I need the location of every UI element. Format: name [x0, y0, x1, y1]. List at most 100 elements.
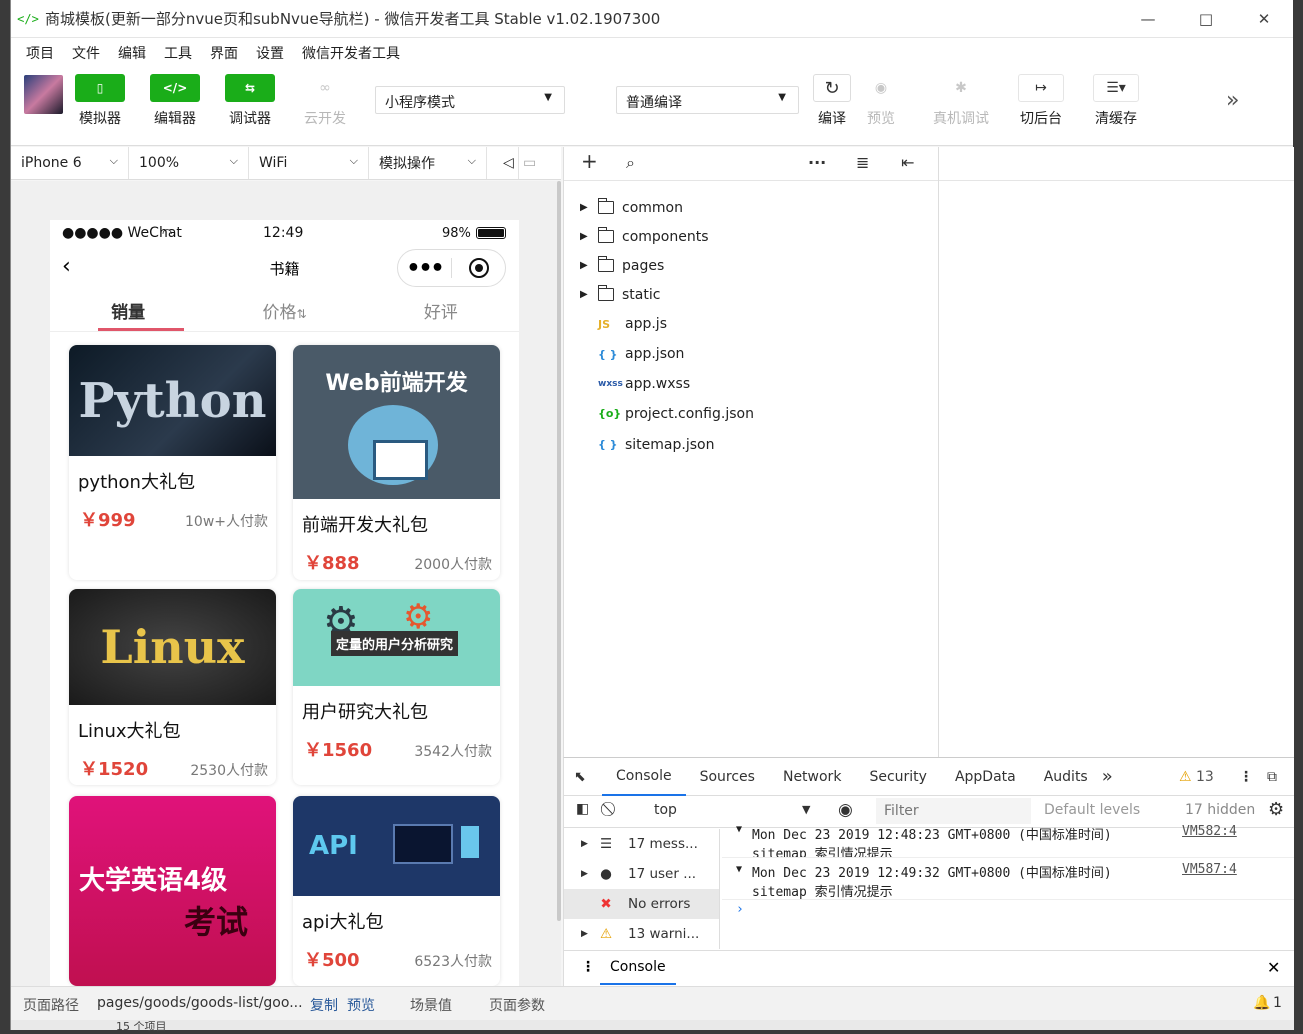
tab-price[interactable]: 价格⇅	[206, 290, 362, 331]
tab-security[interactable]: Security	[855, 758, 941, 796]
scene-button[interactable]: 场景值	[410, 995, 452, 1015]
page-params-button[interactable]: 页面参数	[489, 995, 545, 1015]
caret-down-icon: ▼	[802, 803, 811, 816]
sort-icon: ⇅	[296, 307, 307, 321]
simulator-scrollbar[interactable]	[557, 181, 561, 921]
preview-link[interactable]: 预览	[347, 995, 375, 1015]
expand-arrow-icon: ▶	[580, 260, 588, 271]
tree-folder-common[interactable]: ▶ common	[564, 193, 938, 222]
drawer-menu-icon[interactable]: ⋮	[581, 959, 595, 975]
sidebar-item-errors[interactable]: ✖ No errors	[564, 889, 719, 919]
sidebar-item-warnings[interactable]: ▶ ⚠ 13 warni...	[564, 919, 719, 949]
wxss-file-icon: wxss	[598, 378, 623, 389]
product-card[interactable]: API api大礼包 ￥500 6523人付款	[293, 796, 500, 986]
menu-edit[interactable]: 编辑	[109, 43, 155, 63]
simulate-ops-select[interactable]: 模拟操作 ⌵	[369, 147, 487, 179]
menu-project[interactable]: 项目	[17, 43, 63, 63]
simulator-pane: ●●●●● WeChat ◠ 12:49 98% ‹ 书籍 ••• 销量 价格⇅…	[11, 181, 561, 986]
tab-network[interactable]: Network	[769, 758, 855, 796]
overflow-chevron-icon[interactable]: »	[1226, 88, 1239, 113]
battery-icon	[476, 227, 506, 239]
product-card[interactable]: Linux Linux大礼包 ￥1520 2530人付款	[69, 589, 276, 785]
compile-mode-select[interactable]: 普通编译 ▼	[616, 86, 799, 114]
zoom-select[interactable]: 100% ⌵	[129, 147, 249, 179]
console-filter-input[interactable]	[876, 798, 1031, 824]
log-source-link[interactable]: VM587:4	[1182, 862, 1237, 877]
tab-audits[interactable]: Audits	[1030, 758, 1102, 796]
maximize-button[interactable]: □	[1177, 0, 1235, 38]
cloud-dev-button[interactable]: ∞ 云开发	[295, 74, 355, 128]
tree-file-sitemap-json[interactable]: { } sitemap.json	[564, 429, 938, 460]
tree-file-app-wxss[interactable]: wxss app.wxss	[564, 369, 938, 398]
chevron-down-icon: ⌵	[467, 154, 476, 167]
tree-folder-static[interactable]: ▶ static	[564, 280, 938, 309]
tree-file-project-config[interactable]: {o} project.config.json	[564, 398, 938, 429]
mode-select[interactable]: 小程序模式 ▼	[375, 86, 565, 114]
kebab-menu-icon[interactable]: ⋮	[1239, 769, 1253, 785]
menu-settings[interactable]: 设置	[247, 43, 293, 63]
sidebar-item-user[interactable]: ▶ ● 17 user ...	[564, 859, 719, 889]
volume-icon[interactable]: ◁	[487, 147, 519, 179]
tab-sources[interactable]: Sources	[686, 758, 769, 796]
collapse-icon[interactable]: ≣	[856, 153, 869, 172]
more-dots-icon[interactable]: •••	[398, 256, 451, 281]
tree-folder-components[interactable]: ▶ components	[564, 222, 938, 251]
console-prompt[interactable]: ›	[722, 900, 1294, 917]
context-select[interactable]: top	[654, 802, 677, 818]
undock-icon[interactable]: ⧉	[1267, 769, 1277, 785]
eye-icon: ◉	[874, 80, 888, 96]
sidebar-toggle-icon[interactable]: ◧	[576, 801, 589, 817]
product-card[interactable]: Web前端开发 前端开发大礼包 ￥888 2000人付款	[293, 345, 500, 580]
close-drawer-icon[interactable]: ✕	[1267, 958, 1280, 977]
warning-count[interactable]: 13	[1196, 769, 1214, 785]
tree-file-app-json[interactable]: { } app.json	[564, 339, 938, 369]
debug-icon: ⇆	[225, 74, 275, 102]
network-select[interactable]: WiFi ⌵	[249, 147, 369, 179]
drawer-tab-console[interactable]: Console	[600, 951, 676, 985]
bell-icon[interactable]: 🔔	[1253, 995, 1270, 1011]
close-miniprogram-icon[interactable]	[452, 258, 505, 278]
editor-toggle[interactable]: </> 编辑器	[145, 74, 205, 128]
clear-cache-button[interactable]: ☰▾ 清缓存	[1086, 74, 1146, 128]
minimize-button[interactable]: —	[1119, 0, 1177, 38]
copy-link[interactable]: 复制	[310, 995, 338, 1015]
preview-button[interactable]: ◉ 预览	[851, 74, 911, 128]
tab-appdata[interactable]: AppData	[941, 758, 1030, 796]
log-source-link[interactable]: VM582:4	[1182, 824, 1237, 839]
search-icon[interactable]: ⌕	[626, 153, 635, 173]
switch-background-icon: ↦	[1018, 74, 1064, 102]
remote-debug-button[interactable]: ✱ 真机调试	[931, 74, 991, 128]
more-icon[interactable]: ···	[808, 153, 826, 172]
menu-view[interactable]: 界面	[201, 43, 247, 63]
debugger-toggle[interactable]: ⇆ 调试器	[220, 74, 280, 128]
sidebar-item-messages[interactable]: ▶ ☰ 17 mess...	[564, 829, 719, 859]
product-card[interactable]: Python python大礼包 ￥999 10w+人付款	[69, 345, 276, 580]
tree-folder-pages[interactable]: ▶ pages	[564, 251, 938, 280]
product-card[interactable]: ⚙ ⚙ 定量的用户分析研究 用户研究大礼包 ￥1560 3542人付款	[293, 589, 500, 785]
tree-file-app-js[interactable]: JS app.js	[564, 309, 938, 339]
device-select[interactable]: iPhone 6 ⌵	[11, 147, 129, 179]
simulator-toggle[interactable]: ▯ 模拟器	[70, 74, 130, 128]
background-button[interactable]: ↦ 切后台	[1011, 74, 1071, 128]
product-card[interactable]: 大学英语4级 考试	[69, 796, 276, 986]
more-tabs-icon[interactable]: »	[1102, 766, 1113, 787]
user-avatar[interactable]	[24, 75, 63, 114]
close-button[interactable]: ✕	[1235, 0, 1293, 38]
menu-wechat-devtools[interactable]: 微信开发者工具	[293, 43, 409, 63]
menu-file[interactable]: 文件	[63, 43, 109, 63]
console-drawer: ⋮ Console ✕	[564, 950, 1294, 986]
window-icon[interactable]: ▭	[519, 147, 541, 179]
sidebar-toggle-icon[interactable]: ⇤	[901, 153, 914, 172]
product-image: Python	[69, 345, 276, 456]
back-arrow-icon[interactable]: ‹	[62, 254, 71, 279]
product-name: python大礼包	[78, 472, 195, 493]
eye-icon[interactable]: ◉	[838, 800, 853, 820]
inspect-icon[interactable]: ⬉	[564, 769, 602, 785]
gear-icon[interactable]: ⚙	[1268, 799, 1284, 820]
menu-tools[interactable]: 工具	[155, 43, 201, 63]
add-file-icon[interactable]: +	[581, 149, 598, 173]
levels-select[interactable]: Default levels	[1044, 802, 1140, 818]
tab-console[interactable]: Console	[602, 758, 686, 796]
tab-rating[interactable]: 好评	[363, 290, 519, 331]
tab-sales[interactable]: 销量	[50, 290, 206, 331]
